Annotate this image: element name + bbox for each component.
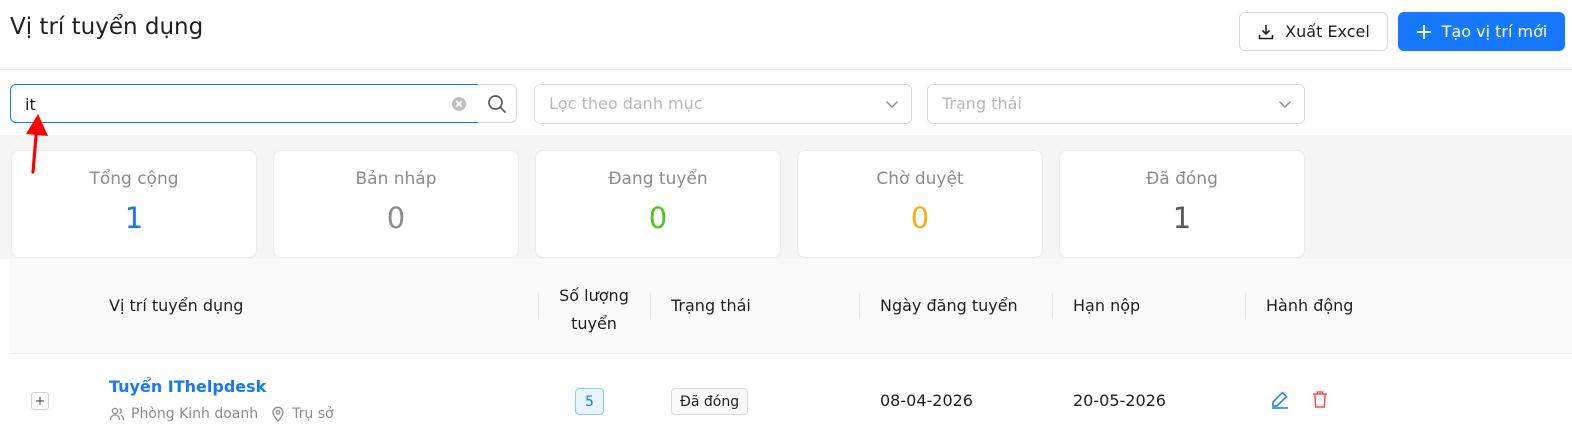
job-title-link[interactable]: Tuyển IThelpdesk <box>109 377 266 396</box>
plus-icon <box>1416 24 1431 39</box>
table-header: Vị trí tuyển dụng Số lượng tuyển Trạng t… <box>10 259 1572 354</box>
stat-label: Đang tuyển <box>608 169 708 189</box>
chevron-down-icon <box>886 101 898 108</box>
stat-card-recruiting: Đang tuyển 0 <box>535 150 781 258</box>
stat-card-pending: Chờ duyệt 0 <box>797 150 1043 258</box>
stat-value: 1 <box>124 201 144 235</box>
quantity-badge: 5 <box>575 388 604 415</box>
search-box <box>10 84 479 123</box>
filter-bar: Lọc theo danh mục Trạng thái <box>0 71 1572 135</box>
chevron-down-icon <box>1279 101 1291 108</box>
stat-label: Chờ duyệt <box>876 169 964 189</box>
status-badge: Đã đóng <box>671 388 749 415</box>
positions-table: Vị trí tuyển dụng Số lượng tuyển Trạng t… <box>10 259 1572 445</box>
create-position-button[interactable]: Tạo vị trí mới <box>1398 12 1565 51</box>
stat-value: 1 <box>1172 201 1192 235</box>
export-excel-button[interactable]: Xuất Excel <box>1239 12 1388 51</box>
column-header-quantity-line1: Số lượng <box>559 286 629 305</box>
stat-card-closed: Đã đóng 1 <box>1059 150 1305 258</box>
column-divider <box>650 293 651 319</box>
search-button[interactable] <box>478 84 517 123</box>
column-header-quantity-line2: tuyển <box>571 314 617 333</box>
column-divider <box>538 293 539 319</box>
job-location: Trụ sở <box>292 406 334 422</box>
annotation-arrow-icon <box>26 114 48 174</box>
create-position-label: Tạo vị trí mới <box>1441 22 1548 41</box>
table-row: Tuyển IThelpdesk Phòng Kinh doanh Trụ sở… <box>10 355 1572 445</box>
clear-icon[interactable] <box>451 96 467 112</box>
column-header-quantity[interactable]: Số lượng tuyển <box>559 282 629 338</box>
stat-value: 0 <box>648 201 668 235</box>
column-header-position[interactable]: Vị trí tuyển dụng <box>109 296 243 315</box>
column-header-deadline[interactable]: Hạn nộp <box>1073 296 1140 315</box>
column-header-status[interactable]: Trạng thái <box>671 296 751 315</box>
posted-date: 08-04-2026 <box>880 391 973 410</box>
stat-card-draft: Bản nháp 0 <box>273 150 519 258</box>
edit-icon[interactable] <box>1270 389 1290 409</box>
column-divider <box>1245 293 1246 319</box>
stat-value: 0 <box>910 201 930 235</box>
stat-label: Đã đóng <box>1146 169 1218 189</box>
job-meta: Phòng Kinh doanh Trụ sở <box>109 406 334 422</box>
stat-label: Bản nháp <box>355 169 437 189</box>
delete-icon[interactable] <box>1310 389 1330 409</box>
column-divider <box>859 293 860 319</box>
search-input[interactable] <box>25 93 445 115</box>
export-excel-label: Xuất Excel <box>1285 22 1370 41</box>
status-filter-select[interactable]: Trạng thái <box>927 84 1305 124</box>
column-divider <box>1052 293 1053 319</box>
column-header-actions: Hành động <box>1266 296 1354 315</box>
page-header: Vị trí tuyển dụng Xuất Excel Tạo vị trí … <box>0 0 1572 70</box>
stats-area: Tổng cộng 1 Bản nháp 0 Đang tuyển 0 Chờ … <box>0 135 1572 259</box>
category-filter-select[interactable]: Lọc theo danh mục <box>534 84 912 124</box>
status-filter-placeholder: Trạng thái <box>942 94 1022 113</box>
page-title: Vị trí tuyển dụng <box>10 14 204 40</box>
column-header-posted-date[interactable]: Ngày đăng tuyển <box>880 296 1018 315</box>
stat-value: 0 <box>386 201 406 235</box>
search-icon <box>488 94 507 113</box>
category-filter-placeholder: Lọc theo danh mục <box>549 94 703 113</box>
plus-icon <box>36 397 44 405</box>
expand-row-button[interactable] <box>31 392 49 410</box>
download-icon <box>1258 24 1274 39</box>
department-icon <box>109 407 125 421</box>
location-pin-icon <box>272 406 284 422</box>
deadline-date: 20-05-2026 <box>1073 391 1166 410</box>
job-department: Phòng Kinh doanh <box>131 406 259 422</box>
